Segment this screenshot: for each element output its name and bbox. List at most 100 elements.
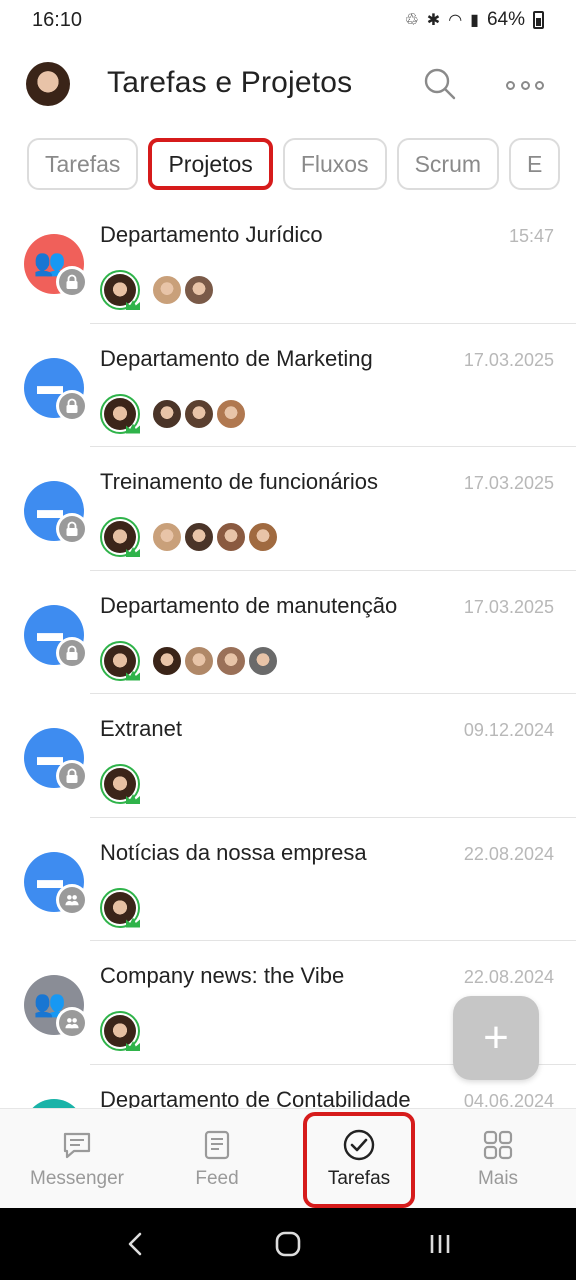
project-list: 👥 Departamento Jurídico 15:47 ▬ Departamento… bbox=[0, 200, 576, 1108]
group-project-icon: 👥 bbox=[24, 975, 88, 1039]
member-avatar bbox=[184, 645, 214, 676]
project-title: Departamento Jurídico bbox=[100, 222, 323, 247]
folder-project-icon: ▬ bbox=[24, 728, 88, 792]
owner-avatar bbox=[100, 517, 140, 557]
dot-icon bbox=[535, 80, 544, 90]
project-title: Treinamento de funcionários bbox=[100, 469, 379, 494]
member-avatar bbox=[184, 398, 214, 429]
owner-avatar bbox=[100, 764, 140, 804]
tab-scrum[interactable]: Scrum bbox=[396, 138, 500, 190]
filter-tabs: Tarefas Projetos Fluxos Scrum E bbox=[27, 138, 561, 190]
member-avatar bbox=[184, 275, 214, 305]
battery-icon bbox=[533, 11, 544, 29]
lock-icon bbox=[56, 636, 88, 669]
group-badge-icon bbox=[56, 883, 88, 916]
search-icon bbox=[424, 68, 456, 100]
owner-avatar bbox=[100, 640, 140, 681]
project-row[interactable]: ▬ Notícias da nossa empresa 22.08.2024 bbox=[0, 818, 576, 941]
add-project-button[interactable]: + bbox=[453, 996, 539, 1080]
project-title: Company news: the Vibe bbox=[100, 963, 345, 988]
project-date: 22.08.2024 bbox=[463, 843, 554, 864]
nav-label: Feed bbox=[195, 1168, 239, 1189]
member-avatar bbox=[248, 522, 278, 552]
user-avatar[interactable] bbox=[26, 62, 70, 106]
project-title: Departamento de Contabilidade bbox=[100, 1086, 411, 1109]
member-avatar bbox=[152, 398, 182, 429]
dot-icon bbox=[506, 80, 515, 90]
group-project-icon: 👥 bbox=[24, 234, 88, 298]
system-navigation bbox=[0, 1208, 576, 1280]
project-row[interactable]: ▬ Treinamento de funcionários 17.03.2025 bbox=[0, 447, 576, 571]
lock-icon bbox=[56, 266, 88, 298]
member-avatars bbox=[100, 270, 216, 310]
project-row[interactable]: ▬ Departamento de manutenção 17.03.2025 bbox=[0, 571, 576, 694]
folder-project-icon: ▬ bbox=[24, 851, 88, 916]
tab-projetos[interactable]: Projetos bbox=[148, 138, 273, 190]
project-title: Departamento de Marketing bbox=[100, 345, 373, 371]
member-avatar bbox=[216, 398, 246, 429]
nav-feed[interactable]: Feed bbox=[145, 1109, 289, 1209]
project-date: 17.03.2025 bbox=[463, 349, 554, 370]
plus-icon: + bbox=[483, 1013, 509, 1062]
member-avatar bbox=[152, 522, 182, 552]
folder-project-icon: ▬ bbox=[24, 481, 88, 545]
tab-tarefas[interactable]: Tarefas bbox=[27, 138, 139, 190]
member-avatar bbox=[184, 522, 214, 552]
wifi-icon: ◠ bbox=[448, 12, 463, 29]
status-time: 16:10 bbox=[32, 8, 83, 31]
member-avatars bbox=[100, 517, 280, 557]
project-title: Departamento de manutenção bbox=[100, 592, 398, 618]
owner-avatar bbox=[100, 393, 140, 434]
search-button[interactable] bbox=[422, 66, 458, 102]
member-avatar bbox=[152, 275, 182, 305]
lock-icon bbox=[56, 760, 88, 792]
lock-icon bbox=[56, 513, 88, 545]
signal-icon: ▮ bbox=[470, 12, 479, 29]
owner-avatar bbox=[100, 270, 140, 310]
nav-messenger[interactable]: Messenger bbox=[5, 1109, 149, 1209]
member-avatar bbox=[216, 522, 246, 552]
tab-fluxos[interactable]: Fluxos bbox=[282, 138, 387, 190]
active-nav-highlight bbox=[303, 1112, 415, 1208]
project-date: 17.03.2025 bbox=[463, 473, 554, 493]
project-row[interactable]: 👥 Departamento Jurídico 15:47 bbox=[0, 200, 576, 324]
member-avatars bbox=[100, 393, 248, 434]
owner-avatar bbox=[100, 887, 140, 928]
folder-project-icon: ▬ bbox=[24, 604, 88, 669]
member-avatar bbox=[248, 645, 278, 676]
chat-icon bbox=[63, 1132, 91, 1159]
member-avatar bbox=[152, 645, 182, 676]
project-row[interactable]: ▬ Departamento de Marketing 17.03.2025 bbox=[0, 324, 576, 447]
status-icons: ♲ ✱ ◠ ▮ 64% bbox=[404, 9, 544, 31]
member-avatar bbox=[216, 645, 246, 676]
bluetooth-icon: ✱ bbox=[426, 12, 441, 29]
grid-icon bbox=[483, 1130, 513, 1160]
member-avatars bbox=[100, 1011, 152, 1051]
project-date: 17.03.2025 bbox=[463, 596, 554, 617]
project-title: Extranet bbox=[100, 716, 182, 741]
project-date: 04.06.2024 bbox=[463, 1090, 554, 1109]
feed-icon bbox=[204, 1130, 230, 1160]
nav-label: Messenger bbox=[30, 1168, 124, 1189]
project-date: 09.12.2024 bbox=[463, 720, 554, 740]
back-icon[interactable] bbox=[122, 1230, 150, 1258]
page-title: Tarefas e Projetos bbox=[107, 66, 353, 99]
dot-icon bbox=[520, 80, 530, 90]
recents-icon[interactable] bbox=[426, 1230, 454, 1258]
project-title: Notícias da nossa empresa bbox=[100, 839, 367, 865]
more-options-button[interactable] bbox=[506, 68, 544, 102]
group-badge-icon bbox=[56, 1007, 88, 1039]
member-avatars bbox=[100, 887, 152, 928]
project-row[interactable]: ▬ Extranet 09.12.2024 bbox=[0, 694, 576, 818]
project-date: 22.08.2024 bbox=[463, 967, 554, 987]
folder-project-icon: ▬ bbox=[24, 357, 88, 422]
nav-mais[interactable]: Mais bbox=[426, 1109, 570, 1209]
tab-e[interactable]: E bbox=[509, 138, 561, 190]
member-avatars bbox=[100, 640, 280, 681]
owner-avatar bbox=[100, 1011, 140, 1051]
home-icon[interactable] bbox=[274, 1230, 302, 1258]
folder-project-icon: ▬ bbox=[24, 1098, 84, 1108]
recycle-icon: ♲ bbox=[404, 12, 419, 29]
app-header: Tarefas e Projetos bbox=[0, 52, 576, 118]
member-avatars bbox=[100, 764, 152, 804]
